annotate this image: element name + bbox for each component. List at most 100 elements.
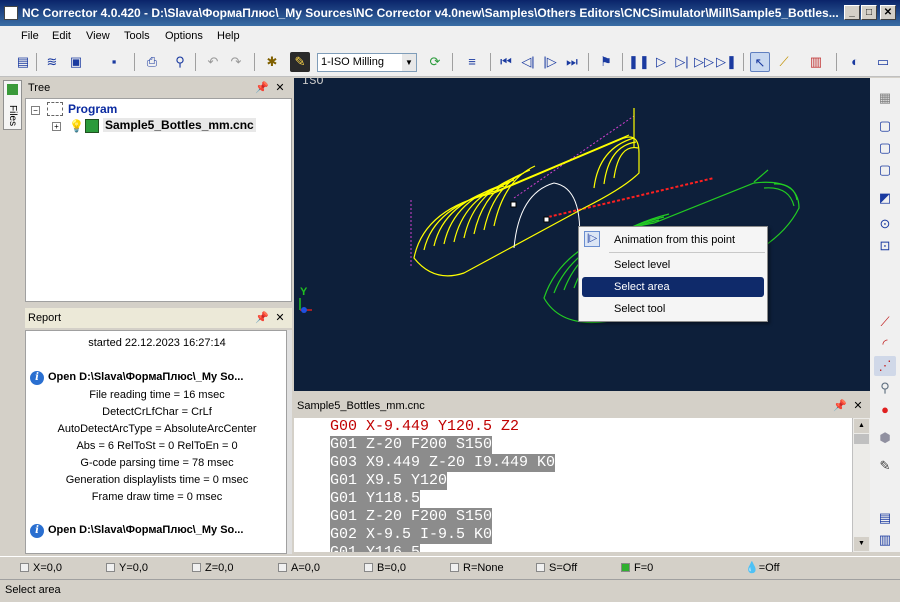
measure-icon[interactable]: ⟋ — [774, 52, 794, 72]
checkbox[interactable] — [20, 563, 29, 572]
chart-icon[interactable]: ▥ — [806, 52, 826, 72]
cube-top-icon[interactable]: ▢ — [874, 138, 896, 158]
bug-icon[interactable]: ✱ — [262, 52, 282, 72]
code-line[interactable]: G02 X-9.5 I-9.5 K0 — [330, 526, 493, 544]
refresh-icon[interactable]: ⟳ — [425, 52, 445, 72]
checkbox[interactable] — [364, 563, 373, 572]
save-icon[interactable]: ▪ — [104, 52, 124, 72]
toolbar: ▤ ≋ ▣ ▪ ⎙ ⚲ ↶ ↷ ✱ ✎ ⟳ ≡ ⏮ ◁| |▷ ⏭ ⚑ ❚❚ ▷… — [0, 47, 900, 77]
menu-item-select-tool[interactable]: Select tool — [582, 299, 764, 319]
probe-icon[interactable]: ⚲ — [874, 378, 896, 398]
checkbox[interactable] — [536, 563, 545, 572]
line-tool-icon[interactable]: ⟋ — [874, 312, 896, 332]
undo-icon[interactable]: ↶ — [203, 52, 223, 72]
panel-split-icon[interactable]: ▥ — [874, 530, 896, 550]
menu-item-select-area[interactable]: Select area — [582, 277, 764, 297]
code-line[interactable]: G01 Z-20 F200 S150 — [330, 508, 493, 526]
checkbox[interactable] — [278, 563, 287, 572]
filter-icon[interactable]: ⚲ — [170, 52, 190, 72]
maximize-button[interactable]: □ — [861, 5, 877, 20]
step-back-icon[interactable]: ◁| — [518, 52, 538, 72]
pin-icon[interactable]: 📌 — [255, 78, 269, 98]
menu-file[interactable]: File — [16, 26, 44, 47]
context-menu: |▷ Animation from this point Select leve… — [578, 226, 768, 322]
checkbox[interactable] — [621, 563, 630, 572]
code-line[interactable]: G03 X9.449 Z-20 I9.449 K0 — [330, 454, 556, 472]
view-grid-icon[interactable]: ▦ — [874, 88, 896, 108]
report-scrollbar[interactable] — [287, 330, 292, 554]
menu-item-select-level[interactable]: Select level — [582, 255, 764, 275]
code-editor[interactable]: G00 X-9.449 Y120.5 Z2 G01 Z-20 F200 S150… — [294, 418, 852, 552]
bulb-icon: 💡 — [69, 119, 84, 133]
print-icon[interactable]: ⎙ — [142, 52, 162, 72]
code-line[interactable]: G01 Y116.5 — [330, 544, 421, 552]
minimize-button[interactable]: _ — [844, 5, 860, 20]
solid-icon[interactable]: ⬢ — [874, 428, 896, 448]
window-icon[interactable]: ▭ — [873, 52, 893, 72]
shading-icon[interactable]: ● — [874, 400, 896, 420]
zoom-icon[interactable]: ⊙ — [874, 214, 896, 234]
pause-icon[interactable]: ❚❚ — [628, 52, 650, 72]
play-fast-icon[interactable]: ▷▷ — [694, 52, 714, 72]
collapse-icon[interactable]: − — [31, 106, 40, 115]
checkbox[interactable] — [450, 563, 459, 572]
close-button[interactable]: ✕ — [880, 5, 896, 20]
scroll-thumb[interactable] — [854, 434, 869, 444]
menu-tools[interactable]: Tools — [119, 26, 155, 47]
report-line: AutoDetectArcType = AbsoluteArcCenter — [57, 423, 257, 435]
rewind-start-icon[interactable]: ⏮ — [496, 52, 516, 72]
chevron-down-icon[interactable]: ▼ — [402, 54, 416, 71]
menu-item-animation-from-point[interactable]: Animation from this point — [582, 230, 764, 250]
play-icon[interactable]: ▷ — [651, 52, 671, 72]
tree-item-file[interactable]: Sample5_Bottles_mm.cnc — [103, 118, 256, 132]
new-file-icon[interactable]: ▤ — [13, 52, 33, 72]
play-step-icon[interactable]: ▷| — [672, 52, 692, 72]
ruler-icon[interactable]: ≡ — [462, 52, 482, 72]
code-line[interactable]: G01 X9.5 Y120 — [330, 472, 448, 490]
close-icon[interactable]: ✕ — [273, 78, 287, 98]
menu-help[interactable]: Help — [212, 26, 245, 47]
selection-handle[interactable] — [543, 216, 550, 223]
forward-end-icon[interactable]: ⏭ — [562, 52, 582, 72]
cube-iso-icon[interactable]: ◩ — [874, 188, 896, 208]
selection-handle[interactable] — [510, 201, 517, 208]
menu-edit[interactable]: Edit — [47, 26, 76, 47]
open-image-icon[interactable]: ▣ — [66, 52, 86, 72]
panel-layout-icon[interactable]: ▤ — [874, 508, 896, 528]
pointer-icon[interactable]: ↖ — [750, 52, 770, 72]
window-title: NC Corrector 4.0.420 - D:\Slava\ФормаПлю… — [22, 6, 839, 20]
machine-select[interactable]: 1-ISO Milling ▼ — [317, 53, 417, 72]
rapid-tool-icon[interactable]: ⋰ — [874, 356, 896, 376]
tree-root-program[interactable]: Program — [68, 102, 117, 116]
expand-icon[interactable]: + — [52, 122, 61, 131]
checkbox[interactable] — [106, 563, 115, 572]
code-line[interactable]: G01 Y118.5 — [330, 490, 421, 508]
simulation-icon[interactable]: ✎ — [290, 52, 310, 72]
arc-tool-icon[interactable]: ◜ — [874, 334, 896, 354]
pin-icon[interactable]: 📌 — [255, 308, 269, 328]
close-icon[interactable]: ✕ — [273, 308, 287, 328]
globe-icon[interactable]: ◐ — [845, 52, 865, 72]
left-dock-strip — [0, 78, 24, 552]
edit-tool-icon[interactable]: ✎ — [874, 456, 896, 476]
scroll-up-icon[interactable]: ▲ — [854, 419, 869, 433]
layers-icon[interactable]: ≋ — [42, 52, 62, 72]
checkbox[interactable] — [192, 563, 201, 572]
close-icon[interactable]: ✕ — [851, 396, 865, 416]
scroll-down-icon[interactable]: ▼ — [854, 537, 869, 551]
code-line[interactable]: G01 Z-20 F200 S150 — [330, 436, 493, 454]
code-line[interactable]: G00 X-9.449 Y120.5 Z2 — [330, 418, 519, 436]
pin-icon[interactable]: 📌 — [833, 396, 847, 416]
zoom-fit-icon[interactable]: ⊡ — [874, 236, 896, 256]
step-forward-icon[interactable]: |▷ — [540, 52, 560, 72]
code-scrollbar[interactable]: ▲ ▼ — [852, 418, 870, 552]
status-bar: X=0,0 Y=0,0 Z=0,0 A=0,0 B=0,0 R=None S=O… — [0, 556, 900, 578]
menu-view[interactable]: View — [81, 26, 115, 47]
menu-options[interactable]: Options — [160, 26, 208, 47]
cube-front-icon[interactable]: ▢ — [874, 116, 896, 136]
cube-side-icon[interactable]: ▢ — [874, 160, 896, 180]
files-tab[interactable]: Files — [3, 80, 22, 130]
flag-icon[interactable]: ⚑ — [596, 52, 616, 72]
play-end-icon[interactable]: ▷❚ — [716, 52, 737, 72]
redo-icon[interactable]: ↷ — [226, 52, 246, 72]
